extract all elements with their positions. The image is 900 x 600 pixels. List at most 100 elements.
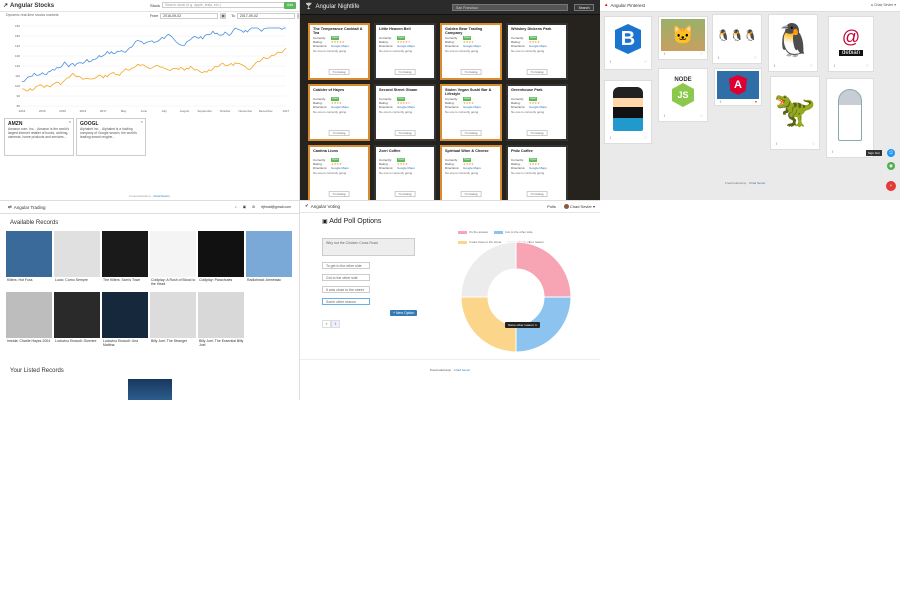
polls-link[interactable]: Polls <box>547 204 556 209</box>
pinterest-brand[interactable]: Angular Pinterest <box>610 3 645 8</box>
heart-icon[interactable]: ♡ <box>644 60 647 64</box>
google-maps-link[interactable]: Google Maps <box>397 105 415 109</box>
record-card[interactable]: Radiohead: Amnesiac <box>246 231 292 289</box>
going-button[interactable]: I'm Going <box>460 191 482 197</box>
poll-option-input[interactable]: To get to the other side <box>322 262 370 269</box>
heart-icon[interactable]: ♡ <box>644 136 647 140</box>
google-maps-link[interactable]: Google Maps <box>397 44 415 48</box>
pin-icon[interactable]: ⇧ <box>775 142 778 146</box>
record-card[interactable]: Imelda: Charlie Hayes 2004 <box>6 292 52 350</box>
pin-card[interactable]: NODE JS ⇧ ♡ <box>658 68 708 122</box>
pin-icon[interactable]: ⇧ <box>773 64 776 68</box>
google-maps-link[interactable]: Google Maps <box>529 166 547 170</box>
bar-card[interactable]: Spiritual Wine & Cheese Currently: Open Rat… <box>440 145 502 200</box>
google-maps-link[interactable]: Google Maps <box>463 166 481 170</box>
footer-author-link[interactable]: Chad Sevier <box>749 181 766 185</box>
pin-card[interactable]: 🦖 ⇧ ♡ <box>770 76 820 150</box>
bar-card[interactable]: Zorri Coffee Currently: Open Rating: ★★★★ Dir… <box>374 145 436 200</box>
records-icon[interactable]: ▣ <box>243 205 246 209</box>
bar-card[interactable]: Little Heaven Bell Currently: Open Rating: ★… <box>374 23 436 80</box>
heart-icon[interactable]: ♡ <box>700 114 703 118</box>
record-card[interactable]: Killers: Hot Fuss <box>6 231 52 289</box>
pin-icon[interactable]: ⇧ <box>663 52 666 56</box>
record-card[interactable]: Ludovico Einaudi: Una Mattina <box>102 292 148 350</box>
footer-author-link[interactable]: Chad Sevier <box>454 368 471 372</box>
going-button[interactable]: I'm Going <box>460 130 482 136</box>
going-button[interactable]: I'm Going <box>526 191 548 197</box>
bar-name[interactable]: Greenhouse Park <box>511 88 563 97</box>
sign-out-fab[interactable]: ⎋ <box>887 149 895 157</box>
location-search-input[interactable]: San Francisco <box>452 4 568 11</box>
bar-card[interactable]: Second Street Gloam Currently: Open Rating:… <box>374 84 436 141</box>
github-fab[interactable]: ◉ <box>887 162 895 170</box>
music-icon[interactable]: ♪ <box>235 205 237 209</box>
pin-card[interactable]: A ⇧ ♥ <box>714 68 762 106</box>
heart-icon[interactable]: ♥ <box>755 100 757 104</box>
page-1-button[interactable]: 1 <box>331 320 340 328</box>
record-card[interactable]: Billy Joel: The Stranger <box>150 292 196 350</box>
record-card[interactable]: Coldplay: Parachutes <box>198 231 244 289</box>
new-option-button[interactable]: + New Option <box>390 310 418 316</box>
bar-card[interactable]: Cobbler of Hayes Currently: Open Rating: ★★★… <box>308 84 370 141</box>
bar-card[interactable]: Philz Coffee Currently: Open Rating: ★★★★ Dir… <box>506 145 568 200</box>
bar-name[interactable]: Cobbler of Hayes <box>313 88 365 97</box>
to-date-input[interactable]: 2017-09-02 <box>236 13 295 19</box>
bar-name[interactable]: Whiskey Dickens Park <box>511 27 563 36</box>
pin-card[interactable]: 🤖 ⇧♡ <box>826 78 874 158</box>
close-icon[interactable]: × <box>141 120 143 124</box>
bar-name[interactable]: The Temperance Cocktail & Tea <box>313 27 365 36</box>
bar-name[interactable]: Golden Bear Trading Company <box>445 27 497 36</box>
google-maps-link[interactable]: Google Maps <box>397 166 415 170</box>
record-card[interactable]: Billy Joel: The Essential Billy Joel <box>198 292 244 350</box>
pin-card[interactable]: 🐱 ⇧ ♡ <box>658 16 708 60</box>
pin-icon[interactable]: ⇧ <box>609 60 612 64</box>
poll-option-input[interactable]: Some other reason <box>322 298 370 305</box>
search-button[interactable]: Search <box>574 4 594 11</box>
going-button[interactable]: I'm Going <box>526 130 548 136</box>
voting-brand[interactable]: Angular Voting <box>311 204 340 209</box>
legend-item[interactable]: It's the answer <box>458 230 488 234</box>
trading-brand[interactable]: Angular Trading <box>14 205 46 210</box>
stocks-brand[interactable]: ↗ Angular Stocks <box>3 3 54 9</box>
bar-name[interactable]: Zorri Coffee <box>379 149 431 158</box>
going-button[interactable]: I'm Going <box>394 69 416 75</box>
user-menu[interactable]: Chad Sevier ▾ <box>563 204 595 210</box>
doughnut-slice[interactable] <box>460 241 517 298</box>
pin-card[interactable]: @ debian ⇧ ♡ <box>828 16 874 72</box>
heart-icon[interactable]: ♡ <box>754 56 757 60</box>
bar-name[interactable]: Stolen Vegan Sushi Bar & Lifestyle <box>445 88 497 97</box>
going-button[interactable]: I'm Going <box>394 130 416 136</box>
bar-card[interactable]: Whiskey Dickens Park Currently: Open Rating… <box>506 23 568 80</box>
heart-icon[interactable]: ♡ <box>810 64 813 68</box>
going-button[interactable]: I'm Going <box>328 69 350 75</box>
user-menu[interactable]: ● Chad Sevier ▾ <box>871 3 896 8</box>
pin-icon[interactable]: ⇧ <box>833 64 836 68</box>
close-icon[interactable]: × <box>69 120 71 124</box>
google-maps-link[interactable]: Google Maps <box>529 44 547 48</box>
google-maps-link[interactable]: Google Maps <box>463 44 481 48</box>
from-date-input[interactable]: 2016-09-02 <box>160 13 219 19</box>
add-stock-button[interactable]: Add <box>284 2 296 9</box>
bar-name[interactable]: Philz Coffee <box>511 149 563 158</box>
nightlife-brand[interactable]: Angular Nightlife <box>315 4 359 10</box>
poll-option-input[interactable]: It was close to the street <box>322 286 370 293</box>
pin-icon[interactable]: ⇧ <box>663 114 666 118</box>
heart-icon[interactable]: ♡ <box>866 64 869 68</box>
google-maps-link[interactable]: Google Maps <box>529 105 547 109</box>
going-button[interactable]: I'm Going <box>328 130 350 136</box>
poll-question-input[interactable]: Why not the Chicken Cross Road <box>322 238 415 256</box>
record-card[interactable]: Lucio: Como Sempre <box>54 231 100 289</box>
doughnut-slice[interactable] <box>515 241 572 298</box>
pin-icon[interactable]: ⇧ <box>831 150 834 154</box>
prev-page-button[interactable]: « <box>322 320 331 328</box>
pin-icon[interactable]: ⇧ <box>609 136 612 140</box>
bar-name[interactable]: Second Street Gloam <box>379 88 431 97</box>
pin-card[interactable]: 🐧🐧🐧 ⇧ ♡ <box>712 14 762 64</box>
add-pin-fab[interactable]: + <box>886 181 896 191</box>
going-button[interactable]: I'm Going <box>328 191 350 197</box>
pin-card[interactable]: B ⇧ ♡ <box>604 16 652 70</box>
google-maps-link[interactable]: Google Maps <box>331 44 349 48</box>
google-maps-link[interactable]: Google Maps <box>463 105 481 109</box>
going-button[interactable]: I'm Going <box>526 69 548 75</box>
pin-card[interactable]: 🐧 ⇧ ♡ <box>768 14 818 72</box>
